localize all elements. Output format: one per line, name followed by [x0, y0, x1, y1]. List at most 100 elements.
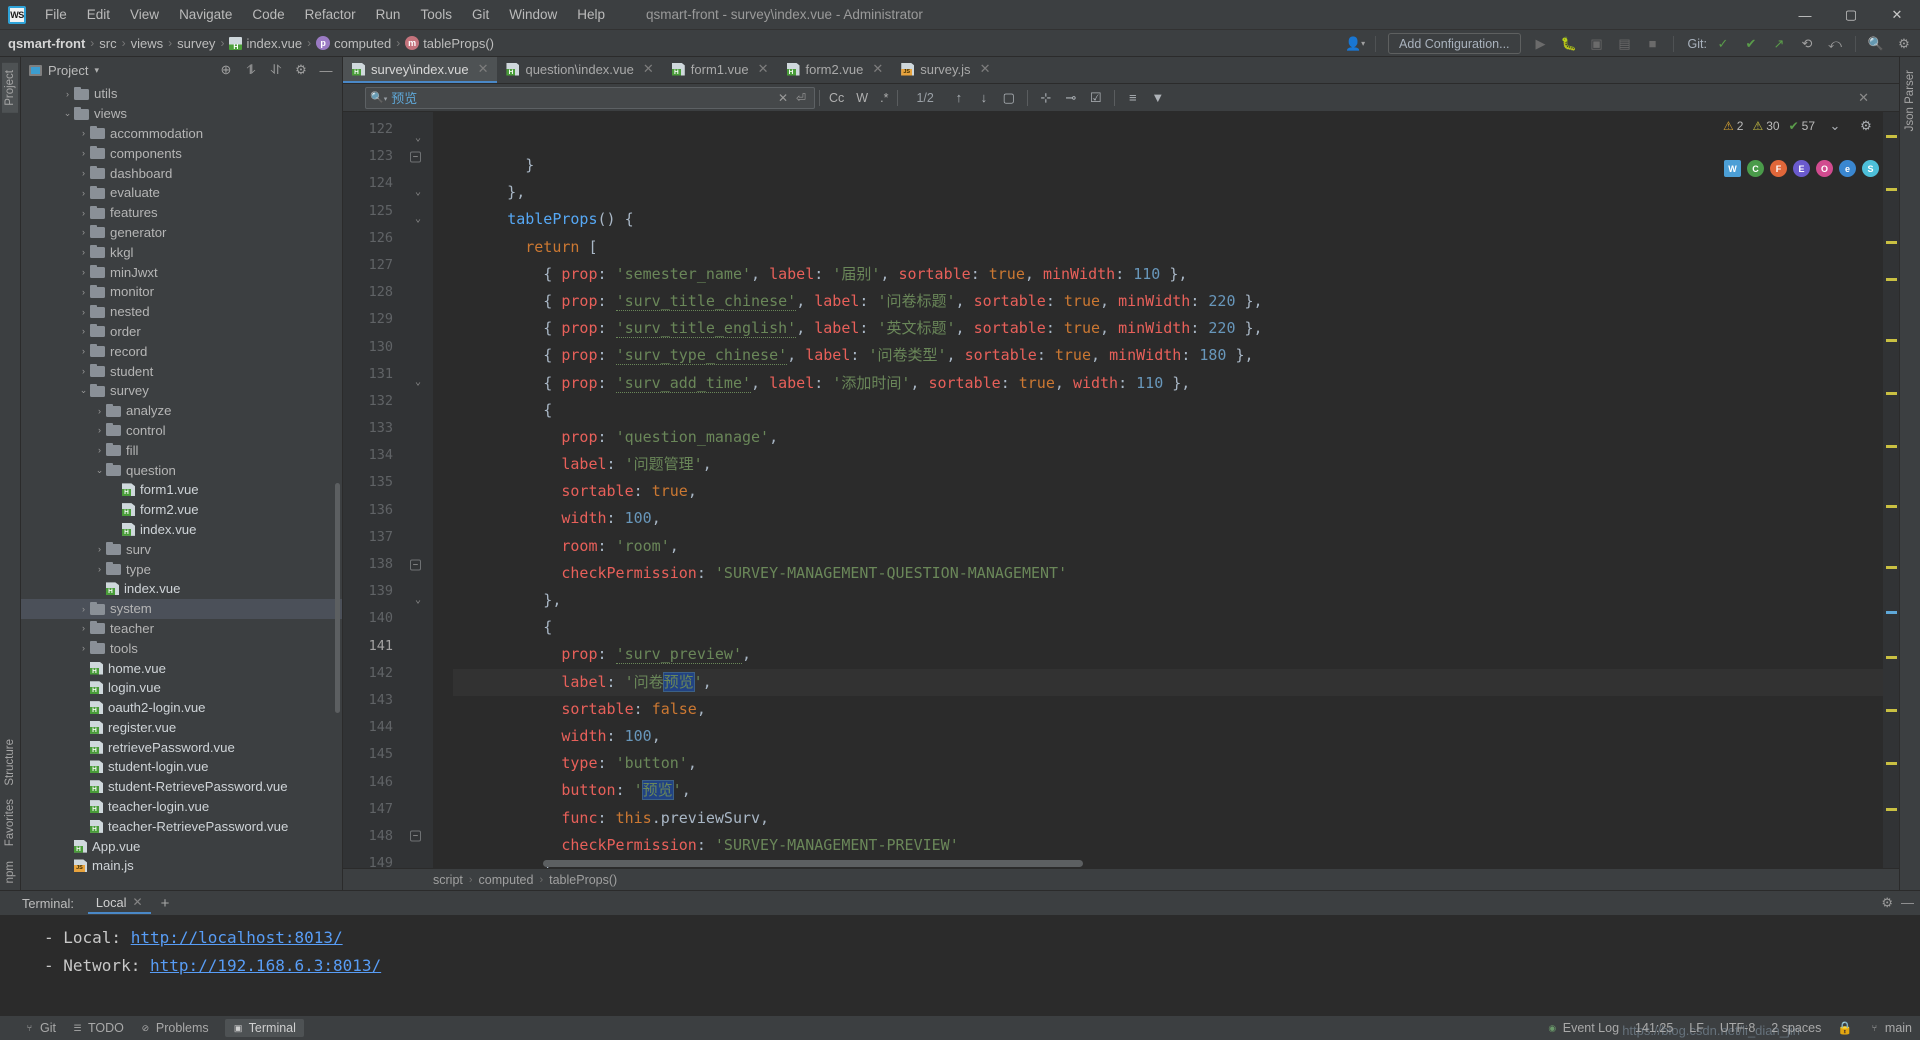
code-line[interactable]: { prop: 'semester_name', label: '届别', so…	[453, 261, 1883, 288]
safari-browser-icon[interactable]: S	[1862, 160, 1879, 177]
line-number[interactable]: 142	[343, 660, 433, 687]
chevron-right-icon[interactable]: ›	[77, 128, 90, 138]
find-next-icon[interactable]: ↓	[973, 88, 995, 108]
editor-tab-form2-vue[interactable]: form2.vue ✕	[778, 57, 893, 83]
firefox-browser-icon[interactable]: F	[1770, 160, 1787, 177]
line-number[interactable]: 123	[343, 143, 433, 170]
tree-item-form1-vue[interactable]: form1.vue	[21, 480, 342, 500]
tree-item-kkgl[interactable]: › kkgl	[21, 242, 342, 262]
tree-item-oauth2-login-vue[interactable]: oauth2-login.vue	[21, 698, 342, 718]
event-log-button[interactable]: ◉ Event Log	[1547, 1021, 1619, 1035]
line-number[interactable]: 127	[343, 252, 433, 279]
code-line[interactable]: {	[453, 614, 1883, 641]
minimize-button[interactable]: —	[1782, 0, 1828, 30]
tree-item-control[interactable]: › control	[21, 421, 342, 441]
find-close-icon[interactable]: ✕	[1858, 90, 1869, 106]
git-history-icon[interactable]: ⟲	[1795, 33, 1819, 55]
tool-tab-structure[interactable]: Structure	[2, 732, 18, 793]
tree-item-student-login-vue[interactable]: student-login.vue	[21, 757, 342, 777]
editor-breadcrumb-method[interactable]: tableProps()	[549, 873, 617, 887]
git-branch-widget[interactable]: ⑂ main	[1869, 1021, 1912, 1035]
select-occurrence-icon[interactable]: ☑	[1085, 88, 1107, 108]
tool-tab-favorites[interactable]: Favorites	[2, 792, 18, 853]
line-number[interactable]: 128	[343, 279, 433, 306]
breadcrumb-computed[interactable]: p computed	[316, 36, 391, 51]
warning-count-2[interactable]: ⚠ 30	[1752, 119, 1779, 133]
fold-collapse-icon[interactable]	[410, 151, 421, 163]
add-configuration-button[interactable]: Add Configuration...	[1388, 33, 1521, 54]
pane-settings-icon[interactable]: ⚙	[289, 59, 313, 81]
chevron-down-icon[interactable]: ⌄	[61, 108, 74, 119]
line-number[interactable]: 137	[343, 524, 433, 551]
line-number[interactable]: 136	[343, 497, 433, 524]
breadcrumb-file[interactable]: index.vue	[229, 36, 302, 51]
caret-position[interactable]: 141:25	[1635, 1021, 1673, 1035]
chevron-right-icon[interactable]: ›	[93, 544, 106, 554]
profile-icon[interactable]: ▤	[1613, 33, 1637, 55]
git-commit-icon[interactable]: ✔	[1739, 33, 1763, 55]
inspection-marker[interactable]	[1886, 807, 1897, 811]
inspection-marker[interactable]	[1886, 134, 1897, 138]
tree-item-login-vue[interactable]: login.vue	[21, 678, 342, 698]
regex-toggle[interactable]: .*	[875, 89, 893, 107]
line-number[interactable]: 139	[343, 578, 433, 605]
tree-item-survey[interactable]: ⌄ survey	[21, 381, 342, 401]
chevron-right-icon[interactable]: ›	[77, 267, 90, 277]
status-tool-todo[interactable]: ☰ TODO	[72, 1021, 123, 1035]
code-line[interactable]: },	[453, 587, 1883, 614]
code-line[interactable]: room: 'room',	[453, 533, 1883, 560]
inspection-marker[interactable]	[1886, 709, 1897, 713]
chevron-right-icon[interactable]: ›	[77, 366, 90, 376]
tree-item-accommodation[interactable]: › accommodation	[21, 124, 342, 144]
chevron-right-icon[interactable]: ›	[77, 188, 90, 198]
chevron-right-icon[interactable]: ›	[77, 208, 90, 218]
expand-all-icon[interactable]: ⥮	[239, 59, 263, 81]
clear-search-icon[interactable]: ✕	[774, 91, 792, 105]
warning-count-1[interactable]: ⚠ 2	[1723, 119, 1743, 133]
find-input[interactable]: 预览	[391, 88, 774, 107]
tree-item-main-js[interactable]: main.js	[21, 856, 342, 876]
chevron-right-icon[interactable]: ›	[93, 445, 106, 455]
line-number[interactable]: 138	[343, 551, 433, 578]
fold-region-icon[interactable]	[410, 369, 421, 380]
edge-browser-icon[interactable]: E	[1793, 160, 1810, 177]
inspection-marker[interactable]	[1886, 338, 1897, 342]
code-line[interactable]: checkPermission: 'SURVEY-MANAGEMENT-QUES…	[453, 560, 1883, 587]
tree-item-index-vue[interactable]: index.vue	[21, 579, 342, 599]
chevron-down-icon[interactable]: ⌄	[77, 385, 90, 396]
chevron-right-icon[interactable]: ›	[93, 564, 106, 574]
chevron-right-icon[interactable]: ›	[77, 623, 90, 633]
opera-browser-icon[interactable]: O	[1816, 160, 1833, 177]
tree-item-retrievepassword-vue[interactable]: retrievePassword.vue	[21, 737, 342, 757]
menu-git[interactable]: Git	[463, 3, 498, 26]
line-number[interactable]: 124	[343, 170, 433, 197]
chevron-right-icon[interactable]: ›	[77, 287, 90, 297]
menu-edit[interactable]: Edit	[78, 3, 119, 26]
inspections-settings-icon[interactable]: ⚙	[1855, 116, 1877, 136]
editor-tab-close-icon[interactable]: ✕	[872, 61, 883, 77]
horizontal-scrollbar[interactable]	[543, 860, 1083, 867]
menu-help[interactable]: Help	[568, 3, 614, 26]
breadcrumb-views[interactable]: views	[131, 36, 164, 51]
remove-selection-icon[interactable]: ⊸	[1060, 88, 1082, 108]
inspection-marker[interactable]	[1886, 278, 1897, 282]
tree-item-analyze[interactable]: › analyze	[21, 401, 342, 421]
tree-item-teacher-login-vue[interactable]: teacher-login.vue	[21, 797, 342, 817]
inspections-chevron-icon[interactable]: ⌄	[1824, 116, 1846, 136]
terminal-settings-icon[interactable]: ⚙	[1881, 895, 1893, 911]
editor-tab-close-icon[interactable]: ✕	[643, 61, 654, 77]
locate-file-icon[interactable]: ⊕	[214, 59, 238, 81]
git-rollback-icon[interactable]: ⤺	[1823, 33, 1847, 55]
code-line[interactable]: width: 100,	[453, 723, 1883, 750]
tree-item-tools[interactable]: › tools	[21, 638, 342, 658]
tree-item-student[interactable]: › student	[21, 361, 342, 381]
tree-item-index-vue[interactable]: index.vue	[21, 520, 342, 540]
line-number[interactable]: 125	[343, 198, 433, 225]
tree-item-app-vue[interactable]: App.vue	[21, 836, 342, 856]
terminal-new-tab-icon[interactable]: +	[161, 895, 170, 912]
chevron-right-icon[interactable]: ›	[77, 346, 90, 356]
webstorm-browser-icon[interactable]: W	[1724, 160, 1741, 177]
tool-tab-json-parser[interactable]: Json Parser	[1902, 63, 1918, 138]
ie-browser-icon[interactable]: e	[1839, 160, 1856, 177]
tree-item-views[interactable]: ⌄ views	[21, 104, 342, 124]
